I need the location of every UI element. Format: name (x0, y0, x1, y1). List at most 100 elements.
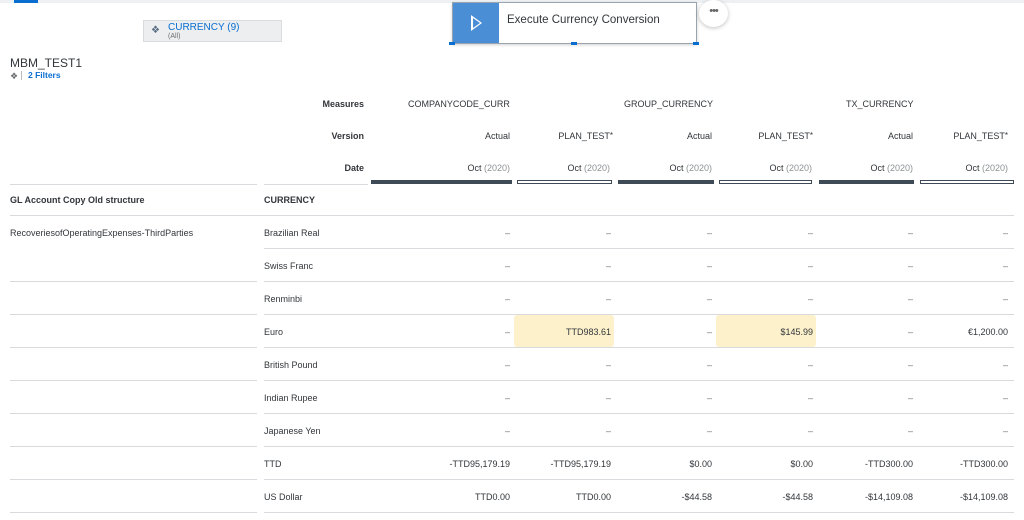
table-title: MBM_TEST1 (10, 56, 83, 70)
value-cell[interactable]: $0.00 (612, 459, 712, 469)
value-cell[interactable]: – (713, 393, 813, 403)
row-separator (10, 281, 257, 282)
value-cell[interactable]: – (813, 294, 913, 304)
date-header[interactable]: Oct (2020) (612, 163, 712, 173)
value-cell[interactable]: – (813, 228, 913, 238)
resize-handle[interactable] (571, 42, 577, 45)
date-header[interactable]: Oct (2020) (913, 163, 1008, 173)
value-cell[interactable]: -$44.58 (612, 492, 712, 502)
value-cell[interactable]: – (511, 360, 611, 370)
resize-handle[interactable] (693, 42, 699, 45)
value-cell[interactable]: – (410, 360, 510, 370)
date-header[interactable]: Oct (2020) (410, 163, 510, 173)
value-cell[interactable]: – (908, 360, 1008, 370)
gl-account-header[interactable]: GL Account Copy Old structure (10, 195, 145, 205)
value-cell[interactable]: -TTD95,179.19 (511, 459, 611, 469)
value-cell[interactable]: -TTD300.00 (908, 459, 1008, 469)
value-cell[interactable]: TTD0.00 (410, 492, 510, 502)
value-cell[interactable]: – (511, 228, 611, 238)
value-cell[interactable]: -$14,109.08 (813, 492, 913, 502)
value-cell[interactable]: – (410, 393, 510, 403)
currency-cell[interactable]: British Pound (264, 360, 318, 370)
value-cell[interactable]: – (612, 393, 712, 403)
row-separator (264, 512, 1014, 513)
play-button-area[interactable] (453, 3, 499, 43)
value-cell[interactable]: – (813, 426, 913, 436)
measure-header[interactable]: COMPANYCODE_CURR (408, 99, 510, 109)
execute-button-label: Execute Currency Conversion (507, 14, 660, 26)
column-header-bar (920, 180, 1014, 184)
value-cell[interactable]: – (813, 261, 913, 271)
currency-cell[interactable]: Indian Rupee (264, 393, 318, 403)
currency-cell[interactable]: US Dollar (264, 492, 303, 502)
value-cell[interactable]: – (908, 393, 1008, 403)
value-cell[interactable]: – (713, 426, 813, 436)
value-cell[interactable]: – (410, 327, 510, 337)
version-header[interactable]: PLAN_TEST* (913, 131, 1008, 141)
version-header[interactable]: Actual (612, 131, 712, 141)
value-cell[interactable]: -$14,109.08 (908, 492, 1008, 502)
measure-header[interactable]: GROUP_CURRENCY (624, 99, 713, 109)
currency-header[interactable]: CURRENCY (264, 195, 315, 205)
version-header[interactable]: Actual (813, 131, 913, 141)
filter-chip-subtitle: (All) (168, 33, 181, 40)
currency-filter-chip[interactable]: ❖ CURRENCY (9) (All) (143, 20, 282, 42)
currency-cell[interactable]: Brazilian Real (264, 228, 320, 238)
value-cell[interactable]: – (410, 294, 510, 304)
date-header[interactable]: Oct (2020) (712, 163, 812, 173)
value-cell[interactable]: – (612, 327, 712, 337)
version-header[interactable]: Actual (410, 131, 510, 141)
column-header-bar (517, 180, 612, 184)
value-cell[interactable]: TTD983.61 (511, 327, 611, 337)
date-header[interactable]: Oct (2020) (813, 163, 913, 173)
resize-handle[interactable] (449, 42, 455, 45)
value-cell[interactable]: – (713, 228, 813, 238)
value-cell[interactable]: $145.99 (713, 327, 813, 337)
value-cell[interactable]: – (908, 294, 1008, 304)
currency-cell[interactable]: TTD (264, 459, 282, 469)
value-cell[interactable]: – (713, 360, 813, 370)
execute-currency-conversion-button[interactable]: Execute Currency Conversion (452, 2, 697, 44)
currency-cell[interactable]: Swiss Franc (264, 261, 313, 271)
currency-cell[interactable]: Euro (264, 327, 283, 337)
currency-cell[interactable]: Renminbi (264, 294, 302, 304)
value-cell[interactable]: TTD0.00 (511, 492, 611, 502)
value-cell[interactable]: – (410, 261, 510, 271)
row-separator (10, 446, 257, 447)
value-cell[interactable]: – (410, 426, 510, 436)
value-cell[interactable]: – (612, 228, 712, 238)
value-cell[interactable]: -TTD95,179.19 (410, 459, 510, 469)
version-header[interactable]: PLAN_TEST* (510, 131, 613, 141)
more-options-button[interactable]: ••• (699, 0, 728, 27)
value-cell[interactable]: – (410, 228, 510, 238)
value-cell[interactable]: – (713, 294, 813, 304)
measure-header[interactable]: TX_CURRENCY (846, 99, 914, 109)
value-cell[interactable]: €1,200.00 (908, 327, 1008, 337)
value-cell[interactable]: – (713, 261, 813, 271)
value-cell[interactable]: – (612, 360, 712, 370)
version-header[interactable]: PLAN_TEST* (712, 131, 813, 141)
value-cell[interactable]: – (511, 261, 611, 271)
value-cell[interactable]: $0.00 (713, 459, 813, 469)
column-header-bar (618, 180, 714, 184)
value-cell[interactable]: – (813, 360, 913, 370)
value-cell[interactable]: – (908, 228, 1008, 238)
value-cell[interactable]: – (511, 294, 611, 304)
value-cell[interactable]: – (612, 426, 712, 436)
value-cell[interactable]: – (511, 426, 611, 436)
value-cell[interactable]: – (612, 294, 712, 304)
value-cell[interactable]: -TTD300.00 (813, 459, 913, 469)
value-cell[interactable]: – (813, 393, 913, 403)
value-cell[interactable]: -$44.58 (713, 492, 813, 502)
date-header[interactable]: Oct (2020) (510, 163, 610, 173)
gl-account-value[interactable]: RecoveriesofOperatingExpenses-ThirdParti… (10, 228, 193, 238)
value-cell[interactable]: – (908, 261, 1008, 271)
value-cell[interactable]: – (908, 426, 1008, 436)
currency-cell[interactable]: Japanese Yen (264, 426, 321, 436)
value-cell[interactable]: – (813, 327, 913, 337)
value-cell[interactable]: – (511, 393, 611, 403)
value-cell[interactable]: – (612, 261, 712, 271)
row-separator (264, 281, 1014, 282)
row-separator (264, 446, 1014, 447)
filters-link[interactable]: 2 Filters (28, 70, 61, 80)
